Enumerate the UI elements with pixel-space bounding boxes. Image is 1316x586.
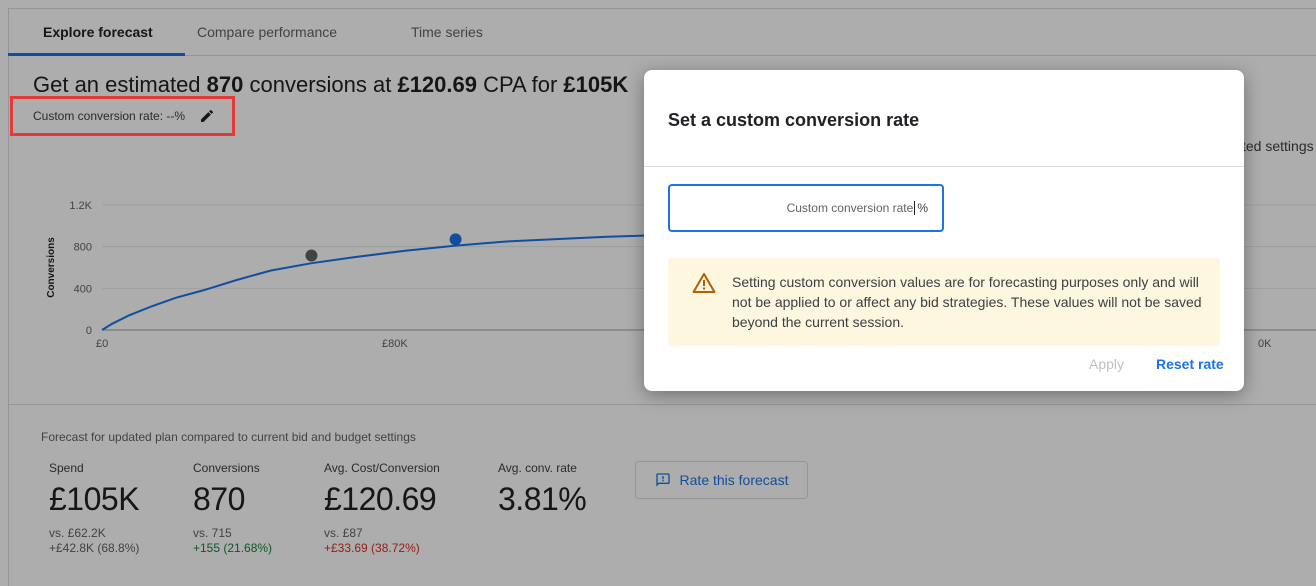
page: Explore forecast Compare performance Tim… [0,0,1316,586]
dialog-divider [644,166,1244,167]
highlight-annotation-box [10,96,235,136]
percent-suffix: % [917,201,928,215]
custom-rate-placeholder: Custom conversion rate [786,201,914,215]
reset-rate-button[interactable]: Reset rate [1156,356,1224,372]
warning-icon [692,272,716,299]
apply-button[interactable]: Apply [1089,356,1124,372]
custom-rate-dialog: Set a custom conversion rate Custom conv… [644,70,1244,391]
text-caret [914,201,916,215]
warning-text: Setting custom conversion values are for… [732,274,1202,330]
warning-banner: Setting custom conversion values are for… [668,258,1220,346]
dialog-title: Set a custom conversion rate [668,110,920,130]
custom-rate-input[interactable]: Custom conversion rate% [668,184,944,232]
